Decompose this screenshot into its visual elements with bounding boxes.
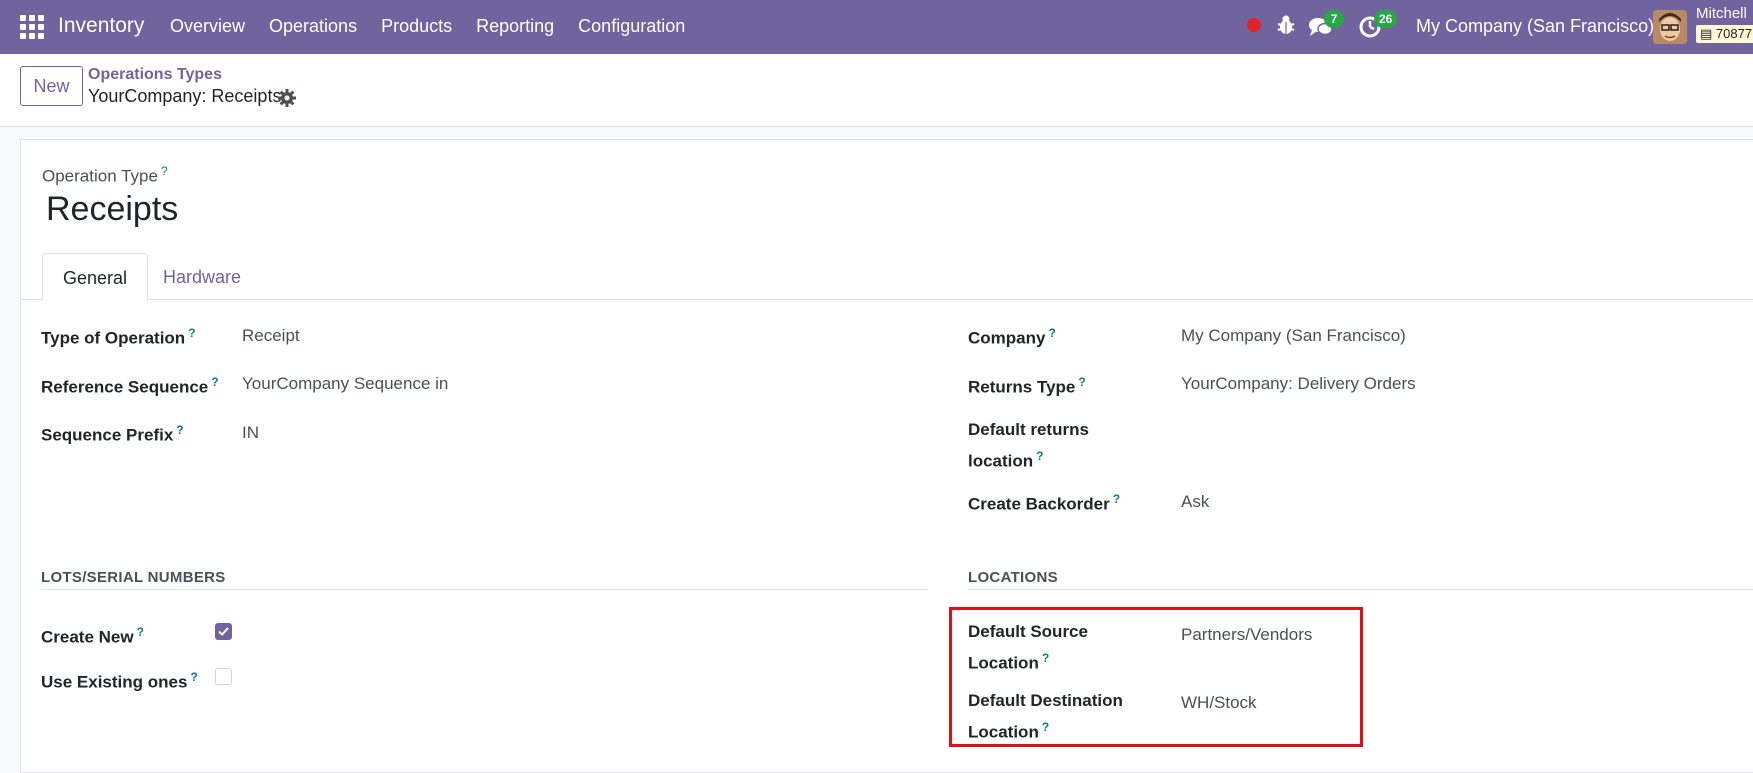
type-of-operation-label-text: Type of Operation [41,328,186,348]
type-of-operation-label: Type of Operation? [41,320,196,352]
user-avatar[interactable] [1653,10,1687,44]
default-returns-location-label-line1: Default returns [968,420,1089,439]
user-name[interactable]: Mitchell [1696,5,1747,22]
company-label: Company? [968,320,1056,352]
help-icon[interactable]: ? [137,625,144,639]
new-button[interactable]: New [20,66,83,106]
help-icon[interactable]: ? [1113,492,1120,506]
create-backorder-label-text: Create Backorder [968,494,1110,514]
tab-hardware[interactable]: Hardware [143,253,261,301]
sequence-prefix-label-text: Sequence Prefix [41,425,174,445]
activity-count-badge: 26 [1374,10,1398,28]
help-icon[interactable]: ? [190,670,197,684]
returns-type-value[interactable]: YourCompany: Delivery Orders [1181,371,1416,397]
operation-type-label: Operation Type? [42,164,168,187]
operation-type-label-text: Operation Type [42,166,158,186]
returns-type-label-text: Returns Type [968,377,1076,397]
default-returns-location-value[interactable] [1181,420,1381,446]
recording-indicator-icon[interactable] [1247,18,1261,32]
menu-item-products[interactable]: Products [381,16,452,37]
menu-item-configuration[interactable]: Configuration [578,16,685,37]
tab-general[interactable]: General [42,253,149,301]
database-chip: ▤ 70877 [1696,25,1753,43]
use-existing-checkbox[interactable] [215,668,232,685]
reference-sequence-label: Reference Sequence? [41,369,219,401]
help-icon[interactable]: ? [188,326,195,340]
menu-item-overview[interactable]: Overview [170,16,245,37]
checkmark-icon [218,627,229,636]
top-navbar: Inventory Overview Operations Products R… [0,0,1753,54]
app-grid-icon[interactable] [20,15,44,39]
use-existing-label: Use Existing ones? [41,664,198,696]
bug-icon[interactable] [1276,14,1296,36]
database-icon: ▤ [1700,26,1713,41]
help-icon[interactable]: ? [1078,375,1085,389]
highlight-annotation-box [949,607,1363,747]
breadcrumb-current: YourCompany: Receipts [88,86,282,106]
help-icon[interactable]: ? [1036,449,1043,463]
sequence-prefix-label: Sequence Prefix? [41,417,184,449]
record-title[interactable]: Receipts [46,190,178,229]
help-icon[interactable]: ? [1048,326,1055,340]
lots-section-divider [41,589,928,590]
reference-sequence-label-text: Reference Sequence [41,377,209,397]
type-of-operation-value[interactable]: Receipt [242,323,300,349]
help-icon[interactable]: ? [176,423,183,437]
create-backorder-value[interactable]: Ask [1181,489,1209,515]
create-backorder-label: Create Backorder? [968,486,1120,518]
use-existing-label-text: Use Existing ones [41,672,188,692]
create-new-label: Create New? [41,619,144,651]
returns-type-label: Returns Type? [968,369,1086,401]
menu-item-operations[interactable]: Operations [269,16,357,37]
help-icon[interactable]: ? [211,375,218,389]
avatar-image-icon [1653,10,1687,44]
messages-count-badge: 7 [1324,10,1344,28]
gear-icon[interactable] [277,88,297,108]
create-new-label-text: Create New [41,627,134,647]
locations-section-title: LOCATIONS [968,569,1058,586]
form-sheet: Operation Type? Receipts General Hardwar… [20,139,1753,773]
breadcrumb-parent-link[interactable]: Operations Types [88,66,222,84]
menu-item-reporting[interactable]: Reporting [476,16,554,37]
app-name[interactable]: Inventory [58,14,144,38]
database-label: 70877 [1715,26,1753,41]
control-panel: New Operations Types YourCompany: Receip… [0,54,1753,127]
company-switcher[interactable]: My Company (San Francisco) [1416,16,1654,37]
default-returns-location-label: Default returns location? [968,417,1089,475]
default-returns-location-label-line2: location [968,451,1034,471]
help-icon[interactable]: ? [161,164,168,178]
notebook-tabs: General Hardware [21,253,1753,301]
sequence-prefix-value[interactable]: IN [242,420,259,446]
company-label-text: Company [968,328,1046,348]
create-new-checkbox[interactable] [215,623,232,640]
locations-section-divider [968,589,1753,590]
main-menu: Overview Operations Products Reporting C… [170,16,709,37]
company-value[interactable]: My Company (San Francisco) [1181,323,1406,349]
reference-sequence-value[interactable]: YourCompany Sequence in [242,371,448,397]
lots-section-title: LOTS/SERIAL NUMBERS [41,569,226,586]
